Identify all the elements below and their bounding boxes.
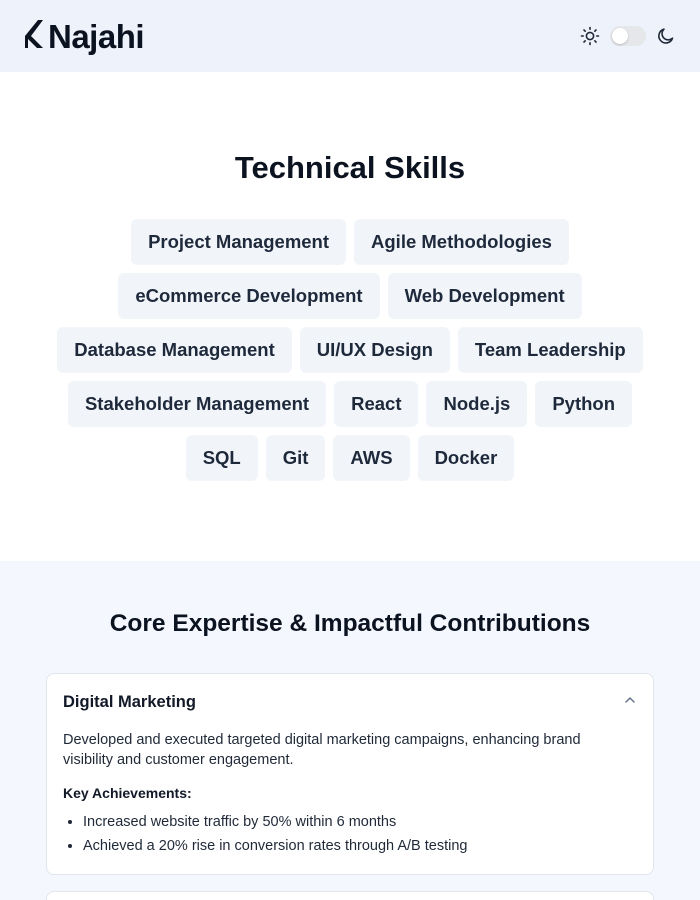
technical-skills-section: Technical Skills Project Management Agile… [0, 72, 700, 561]
expertise-card-collapsed[interactable] [46, 891, 654, 900]
skill-chip: AWS [333, 435, 410, 481]
card-description: Developed and executed targeted digital … [63, 732, 581, 768]
skill-chip: Stakeholder Management [67, 381, 327, 427]
moon-icon [656, 26, 676, 46]
skill-chip: Node.js [426, 381, 528, 427]
skill-chip: Web Development [387, 273, 582, 319]
skill-chip: eCommerce Development [118, 273, 380, 319]
card-title: Digital Marketing [63, 693, 196, 711]
logo[interactable]: Najahi [24, 17, 145, 55]
core-expertise-section: Core Expertise & Impactful Contributions… [0, 561, 700, 900]
section-title: Core Expertise & Impactful Contributions [109, 610, 591, 637]
skill-chip: Team Leadership [457, 327, 643, 373]
sun-icon [580, 26, 600, 46]
skill-chip: Agile Methodologies [354, 219, 569, 265]
najahi-logo-mark-icon [24, 18, 46, 55]
site-header: Najahi [0, 0, 700, 72]
theme-switcher [580, 26, 676, 46]
achievements-list: Increased website traffic by 50% within … [63, 810, 637, 858]
theme-toggle[interactable] [610, 26, 646, 46]
achievements-label: Key Achievements: [63, 785, 192, 801]
list-item: Increased website traffic by 50% within … [83, 810, 637, 834]
accordion-header[interactable]: Digital Marketing [63, 674, 637, 731]
skill-chip: Database Management [57, 327, 292, 373]
chevron-up-icon[interactable] [623, 693, 637, 712]
skill-chip: Docker [417, 435, 515, 481]
list-item: Achieved a 20% rise in conversion rates … [83, 834, 637, 858]
skills-list: Project Management Agile Methodologies eCo… [50, 219, 650, 481]
skill-chip: UI/UX Design [299, 327, 450, 373]
expertise-card: Digital Marketing Developed and executed… [46, 673, 654, 875]
skill-chip: Git [265, 435, 326, 481]
logo-text: Najahi [48, 17, 145, 55]
section-title: Technical Skills [234, 150, 466, 185]
skill-chip: SQL [185, 435, 258, 481]
skill-chip: React [334, 381, 419, 427]
skill-chip: Python [535, 381, 633, 427]
toggle-knob [612, 28, 628, 44]
skill-chip: Project Management [131, 219, 347, 265]
